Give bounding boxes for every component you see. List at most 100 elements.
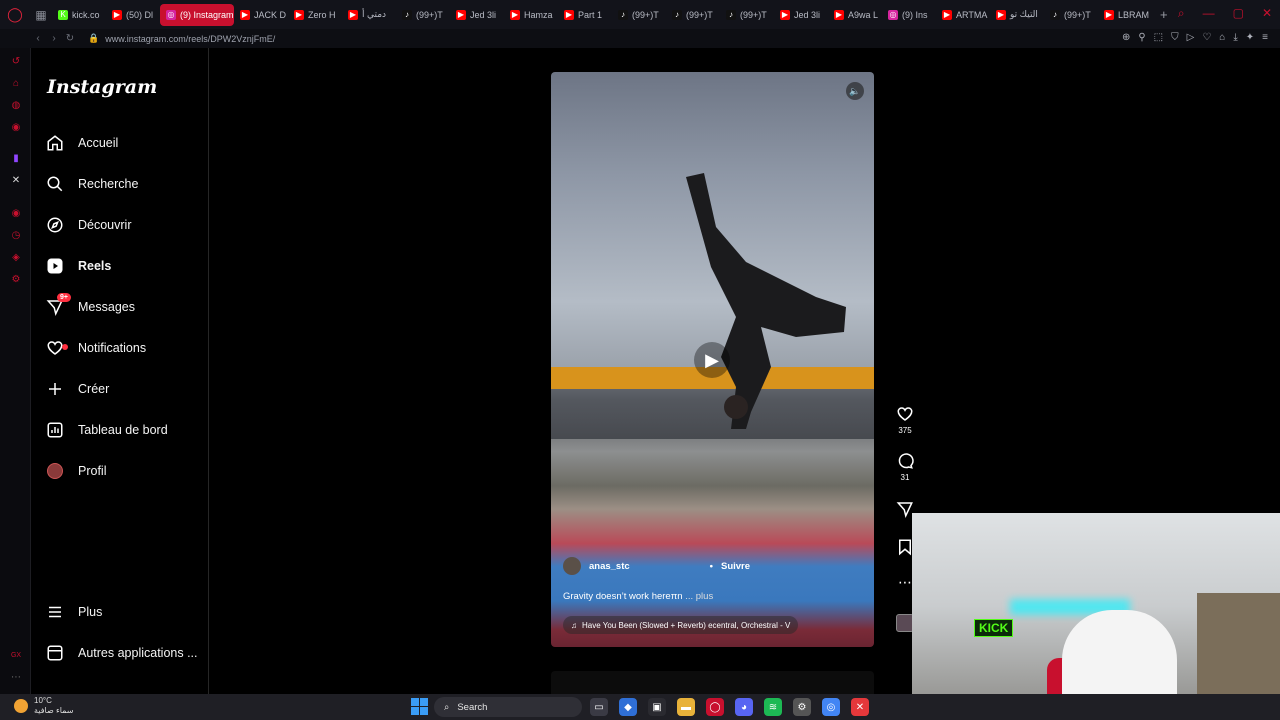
forward-icon[interactable]: › [46, 33, 62, 44]
tab-overview-icon[interactable]: ▦ [30, 0, 52, 29]
browser-tab[interactable]: ▶ ARTMA [936, 4, 990, 26]
download-icon[interactable]: ⤓ [1233, 32, 1237, 43]
browser-tab[interactable]: ▶ Jed 3li [774, 4, 828, 26]
reload-icon[interactable]: ↻ [62, 33, 78, 44]
play-icon[interactable]: ▷ [1187, 32, 1195, 43]
more-icon[interactable]: ⋯ [10, 672, 22, 684]
app-red-icon[interactable]: ✕ [851, 698, 869, 716]
caption-more-link[interactable]: ... plus [685, 591, 713, 602]
author-avatar[interactable] [563, 557, 581, 575]
store-icon[interactable]: ▣ [648, 698, 666, 716]
weather-widget[interactable]: 10°C سماء صافية [14, 696, 74, 716]
pinboard-icon[interactable]: ◈ [10, 252, 22, 264]
settings-icon[interactable]: ⚙ [10, 274, 22, 286]
browser-tab[interactable]: ▶ A9wa L [828, 4, 882, 26]
caption-text: Gravity doesn’t work hereπn [563, 591, 683, 602]
tab-favicon-icon: ▶ [834, 9, 844, 20]
next-reel-preview[interactable] [551, 671, 874, 694]
opera-gx-icon[interactable]: ◯ [706, 698, 724, 716]
like-action[interactable]: 375 [893, 405, 917, 435]
browser-tab[interactable]: ▶ LBRAM [1098, 4, 1152, 26]
copilot-icon[interactable]: ◆ [619, 698, 637, 716]
browser-tab[interactable]: ◎ (9) Instagram [160, 3, 234, 26]
nav-label-explore: Découvrir [78, 218, 132, 232]
browser-tab[interactable]: ♪ (99+)T [720, 4, 774, 26]
whatsapp-icon[interactable]: ◉ [10, 122, 22, 134]
player-icon[interactable]: ◉ [10, 208, 22, 220]
window-controls: ⌕ — ▢ ✕ [1178, 6, 1272, 21]
twitch-icon[interactable]: ▮ [10, 153, 22, 165]
nav-other-apps[interactable]: Autres applications ... [45, 638, 198, 668]
nav-search[interactable]: Recherche [45, 169, 138, 199]
music-pill[interactable]: ♫ Have You Been (Slowed + Reverb) ecentr… [563, 616, 799, 634]
reel-video[interactable]: 🔈 ▶ anas_stc • Suivre Gravity doesn’t wo… [551, 72, 874, 647]
nav-reels[interactable]: Reels [45, 251, 111, 281]
home-icon [45, 133, 65, 153]
browser-tab[interactable]: ▶ JACK D [234, 4, 288, 26]
browser-tab[interactable]: ▶ Zero H [288, 4, 342, 26]
nav-more[interactable]: Plus [45, 597, 102, 627]
bookmark-heart-icon[interactable]: ♡ [1202, 32, 1211, 43]
opera-logo-icon[interactable]: ◯ [0, 0, 30, 29]
author-username[interactable]: anas_stc [589, 561, 630, 572]
comment-action[interactable]: 31 [893, 452, 917, 482]
close-icon[interactable]: ✕ [1262, 6, 1272, 21]
file-explorer-icon[interactable]: ▬ [677, 698, 695, 716]
nav-notifications[interactable]: Notifications [45, 333, 146, 363]
pin-icon[interactable]: ⚲ [1138, 32, 1145, 43]
menu-icon[interactable]: ≡ [1262, 32, 1268, 43]
nav-profile[interactable]: Profil [45, 456, 106, 486]
browser-tab-bar: ◯ ▦ Kkick.co ▶ (50) Dl ◎ (9) Instagram ▶ JACK … [0, 0, 1280, 29]
play-button[interactable]: ▶ [694, 342, 730, 378]
browser-tab[interactable]: ♪ (99+)T [396, 4, 450, 26]
nav-home[interactable]: Accueil [45, 128, 118, 158]
shopping-icon[interactable]: ⌂ [10, 78, 22, 90]
browser-tab[interactable]: ▶ Hamza [504, 4, 558, 26]
tab-favicon-icon: ▶ [942, 9, 952, 20]
follow-button[interactable]: Suivre [721, 561, 750, 572]
browser-tab[interactable]: Kkick.co [52, 4, 106, 26]
tab-favicon-icon: ▶ [1104, 9, 1114, 20]
browser-tab[interactable]: ♪ (99+)T [666, 4, 720, 26]
discord-icon[interactable]: ◕ [735, 698, 753, 716]
steam-icon[interactable]: ⚙ [793, 698, 811, 716]
zoom-icon[interactable]: ⊕ [1122, 32, 1130, 43]
minimize-icon[interactable]: — [1203, 6, 1215, 21]
ai-icon[interactable]: ✦ [1246, 32, 1254, 43]
clock-icon[interactable]: ◷ [10, 230, 22, 242]
nav-explore[interactable]: Découvrir [45, 210, 132, 240]
browser-tab[interactable]: ◎ (9) Ins [882, 4, 936, 26]
new-tab-button[interactable]: + [1152, 7, 1176, 22]
browser-tab[interactable]: ▶ Part 1 [558, 4, 612, 26]
search-tabs-icon[interactable]: ⌕ [1178, 6, 1185, 21]
chrome-icon[interactable]: ◎ [822, 698, 840, 716]
start-button[interactable] [411, 698, 428, 715]
snapshot-icon[interactable]: ⬚ [1154, 32, 1163, 43]
url-field[interactable]: www.instagram.com/reels/DPW2VznjFmE/ [105, 34, 275, 44]
nav-create[interactable]: Créer [45, 374, 109, 404]
nav-messages[interactable]: 9+ Messages [45, 292, 135, 322]
maximize-icon[interactable]: ▢ [1233, 6, 1244, 21]
browser-tab[interactable]: ▶ دمتي أ [342, 4, 396, 26]
task-view-icon[interactable]: ▭ [590, 698, 608, 716]
messenger-app-icon[interactable]: ◍ [10, 100, 22, 112]
instagram-logo[interactable]: Instagram [47, 76, 157, 98]
shield-icon[interactable]: ⛉ [1171, 32, 1179, 43]
browser-tab[interactable]: ▶ (50) Dl [106, 4, 160, 26]
wallet-icon[interactable]: ⌂ [1219, 32, 1225, 43]
browser-tab[interactable]: ▶ Jed 3li [450, 4, 504, 26]
taskbar-search[interactable]: ⌕ Search [434, 697, 582, 717]
back-icon[interactable]: ‹ [30, 33, 46, 44]
mute-button[interactable]: 🔈 [846, 82, 864, 100]
browser-tab[interactable]: ▶ التيك تو [990, 4, 1044, 26]
spotify-icon[interactable]: ≋ [764, 698, 782, 716]
browser-tab[interactable]: ♪ (99+)T [612, 4, 666, 26]
tab-favicon-icon: ♪ [726, 9, 736, 20]
search-placeholder: Search [457, 701, 488, 713]
weather-sun-icon [14, 699, 28, 713]
extensions-icon[interactable]: GX [10, 650, 22, 662]
browser-tab[interactable]: ♪ (99+)T [1044, 4, 1098, 26]
history-icon[interactable]: ↺ [10, 56, 22, 68]
x-icon[interactable]: ✕ [10, 175, 22, 187]
nav-dashboard[interactable]: Tableau de bord [45, 415, 168, 445]
